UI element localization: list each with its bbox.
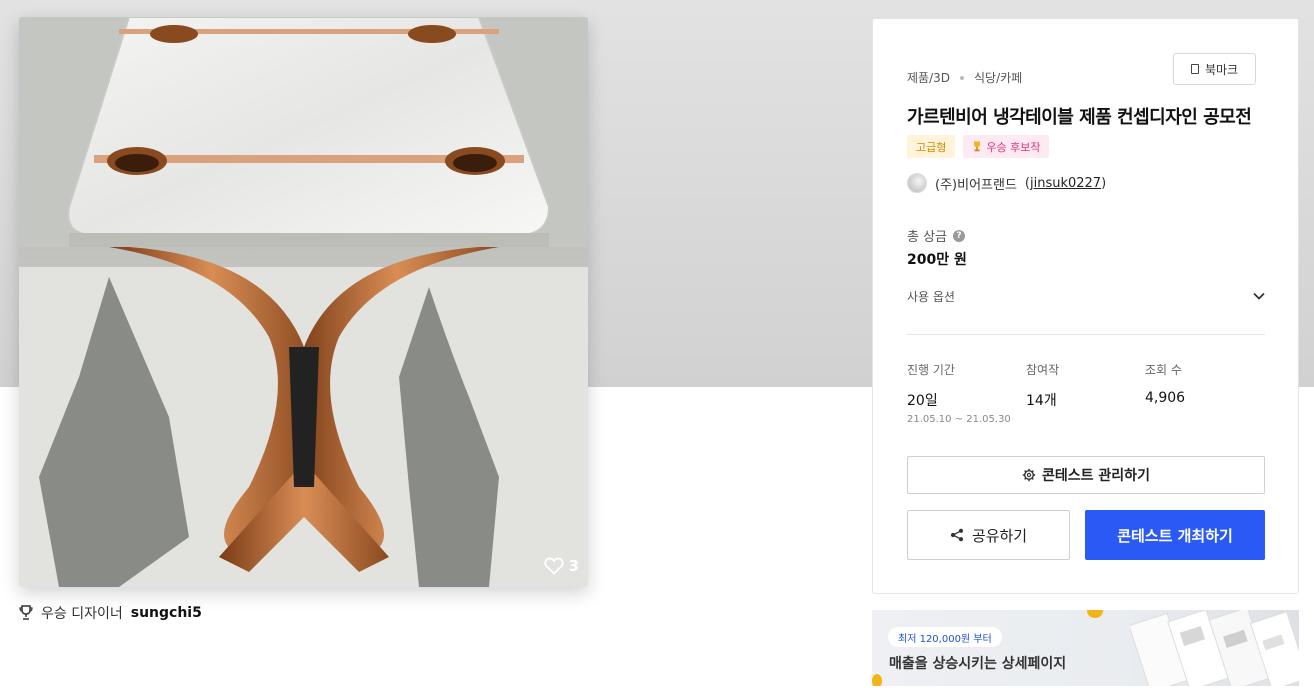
like-count: 3 (568, 557, 579, 575)
tag-winner-candidate-label: 우승 후보작 (986, 140, 1041, 154)
stat-views: 조회 수 4,906 (1145, 361, 1264, 425)
divider (907, 334, 1265, 335)
tag-winner-candidate: 우승 후보작 (963, 135, 1050, 158)
table-render-illustration (19, 17, 588, 587)
bookmark-button[interactable]: 북마크 (1173, 53, 1256, 85)
period-range: 21.05.10 ~ 21.05.30 (907, 414, 1011, 425)
options-dropdown[interactable]: 사용 옵션 (907, 285, 1265, 307)
coin-decoration (872, 674, 882, 686)
coin-decoration (1087, 610, 1103, 618)
tag-premium: 고급형 (907, 135, 956, 158)
heart-icon (543, 557, 564, 575)
manage-contest-label: 콘테스트 관리하기 (1042, 468, 1150, 484)
breadcrumb: 제품/3D 식당/카페 (907, 69, 1022, 86)
contest-info-panel: 제품/3D 식당/카페 북마크 가르텐비어 냉각테이블 제품 컨셉디자인 공모전… (872, 18, 1299, 594)
trophy-icon (974, 141, 981, 152)
host-avatar[interactable] (907, 173, 927, 193)
host-info: (주)비어프랜드 (jinsuk0227) (907, 173, 1106, 193)
views-label: 조회 수 (1145, 363, 1182, 377)
contest-stats: 진행 기간 20일 21.05.10 ~ 21.05.30 참여작 14개 조회… (907, 361, 1265, 425)
winner-label: 우승 디자이너 (41, 606, 123, 622)
detail-page-mockup-image (1130, 610, 1299, 686)
category-main[interactable]: 제품/3D (907, 69, 950, 86)
host-id[interactable]: jinsuk0227 (1030, 176, 1101, 191)
like-button[interactable]: 3 (543, 557, 579, 575)
period-value: 20일 (907, 393, 938, 409)
breadcrumb-separator (960, 75, 964, 80)
host-contest-button[interactable]: 콘테스트 개최하기 (1085, 510, 1265, 560)
share-label: 공유하기 (971, 526, 1028, 545)
gear-icon (1022, 468, 1036, 482)
period-label: 진행 기간 (907, 363, 955, 377)
winner-designer: 우승 디자이너 sungchi5 (19, 603, 202, 623)
product-image[interactable]: 3 (19, 17, 588, 587)
prize-value: 200만 원 (907, 252, 967, 268)
manage-contest-button[interactable]: 콘테스트 관리하기 (907, 456, 1265, 494)
stat-entries: 참여작 14개 (1026, 361, 1145, 425)
chevron-down-icon (1253, 292, 1265, 300)
bookmark-label: 북마크 (1204, 62, 1239, 77)
share-icon (950, 528, 963, 542)
entries-label: 참여작 (1026, 363, 1060, 377)
host-name: (주)비어프랜드 (935, 177, 1017, 193)
options-label: 사용 옵션 (907, 289, 955, 304)
help-icon[interactable]: ? (953, 229, 966, 242)
contest-title: 가르텐비어 냉각테이블 제품 컨셉디자인 공모전 (907, 107, 1252, 128)
bookmark-icon (1190, 64, 1199, 74)
views-value: 4,906 (1145, 390, 1186, 406)
ad-banner[interactable]: 최저 120,000원 부터 매출을 상승시키는 상세페이지 (872, 610, 1299, 686)
category-sub[interactable]: 식당/카페 (974, 69, 1022, 86)
prize-label-row: 총 상금 ? (907, 226, 966, 245)
prize-label: 총 상금 (907, 230, 948, 245)
ad-headline: 매출을 상승시키는 상세페이지 (889, 656, 1067, 672)
winner-name[interactable]: sungchi5 (131, 605, 202, 621)
share-button[interactable]: 공유하기 (907, 510, 1070, 560)
ad-price-pill: 최저 120,000원 부터 (888, 627, 1002, 647)
host-id-wrapper: (jinsuk0227) (1024, 175, 1107, 191)
entries-value: 14개 (1026, 393, 1057, 409)
trophy-icon (19, 605, 33, 620)
tag-list: 고급형 우승 후보작 (907, 135, 1050, 158)
stat-period: 진행 기간 20일 21.05.10 ~ 21.05.30 (907, 361, 1026, 425)
